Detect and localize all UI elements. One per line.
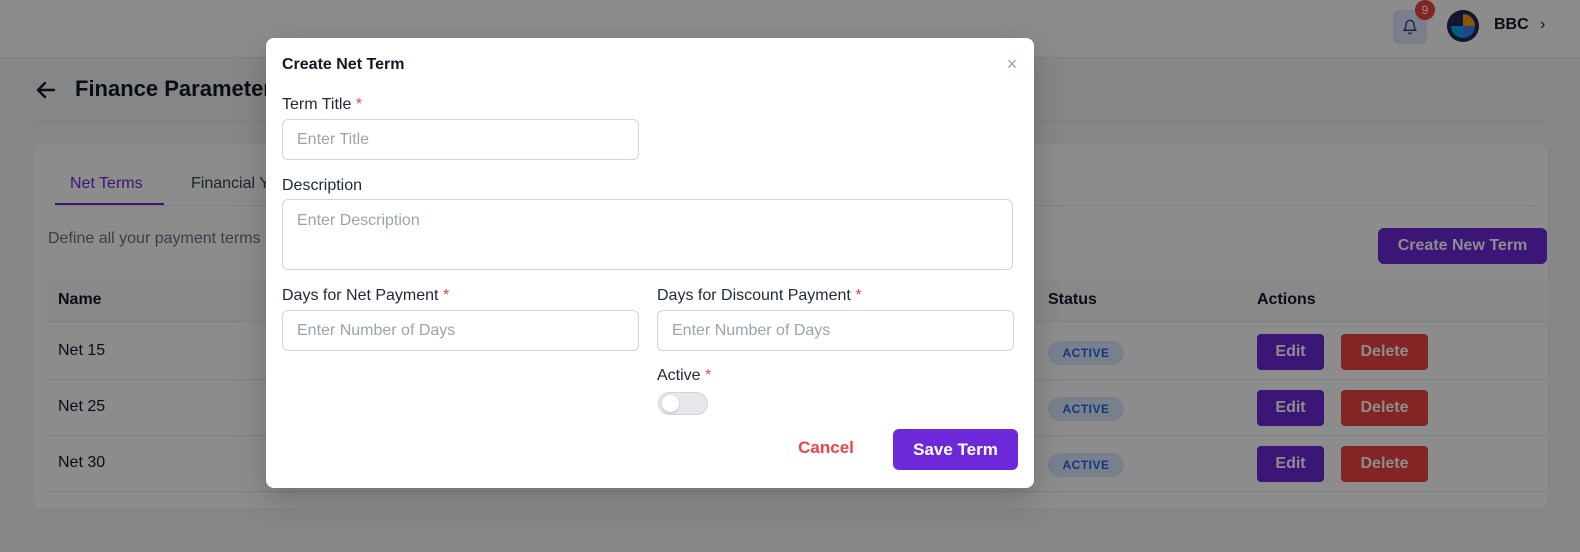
discount-days-label: Days for Discount Payment * (657, 287, 862, 305)
toggle-knob (662, 395, 679, 412)
required-mark: * (442, 287, 450, 304)
description-label: Description (282, 177, 363, 194)
net-days-input[interactable] (282, 310, 639, 351)
term-title-label: Term Title * (282, 96, 362, 114)
active-label-text: Active (657, 367, 701, 384)
dialog-title: Create Net Term (282, 56, 405, 73)
term-title-input[interactable] (282, 119, 639, 160)
cancel-button[interactable]: Cancel (786, 430, 866, 466)
required-mark: * (855, 287, 862, 304)
net-days-label-text: Days for Net Payment (282, 287, 439, 304)
create-net-term-dialog: Create Net Term × Term Title * Descripti… (266, 38, 1034, 488)
description-input[interactable] (282, 199, 1013, 270)
term-title-label-text: Term Title (282, 96, 352, 113)
discount-days-input[interactable] (657, 310, 1014, 351)
active-label: Active * (657, 367, 711, 385)
required-mark: * (355, 96, 363, 113)
active-toggle[interactable] (658, 392, 708, 415)
close-icon[interactable]: × (1002, 54, 1022, 74)
discount-days-label-text: Days for Discount Payment (657, 287, 851, 304)
required-mark: * (705, 367, 712, 384)
net-days-label: Days for Net Payment * (282, 287, 449, 305)
save-term-button[interactable]: Save Term (893, 429, 1018, 470)
